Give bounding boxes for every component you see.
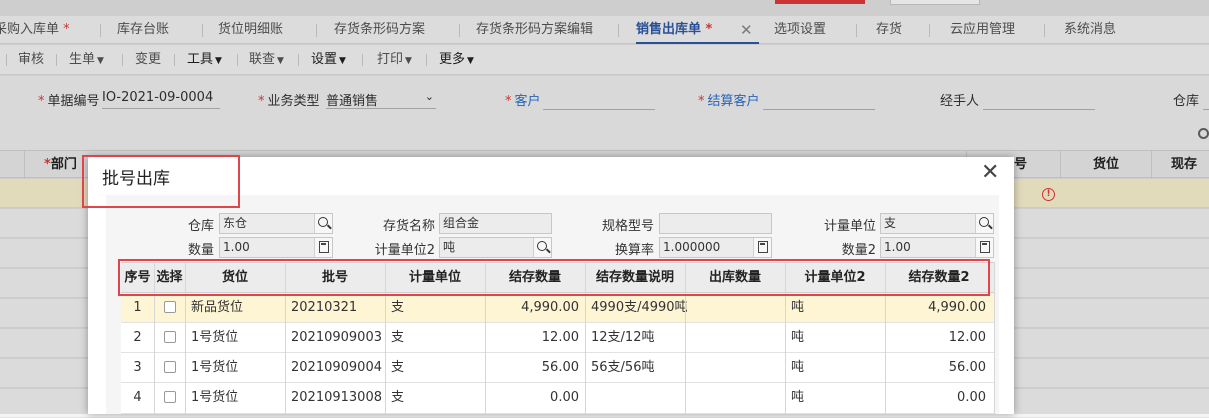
cell-unit: 支 <box>391 300 405 315</box>
cell-balance2: 0.00 <box>957 390 986 405</box>
cell-no: 3 <box>133 360 142 375</box>
calculator-icon <box>980 241 990 253</box>
item-name-input[interactable]: 组合金 <box>439 213 552 234</box>
cell-balance: 0.00 <box>550 390 579 405</box>
cell-no: 4 <box>133 390 142 405</box>
row-checkbox[interactable] <box>164 331 176 343</box>
row-checkbox[interactable] <box>164 361 176 373</box>
calculator-button[interactable] <box>975 238 993 257</box>
cell-balance2: 12.00 <box>948 330 986 345</box>
table-row[interactable]: 4 1号货位 20210913008 支 0.00 吨 0.00 <box>121 383 994 414</box>
cell-location: 1号货位 <box>191 390 239 405</box>
row-checkbox[interactable] <box>164 301 176 313</box>
header-highlight-box <box>118 259 990 296</box>
rate-label: 换算率 <box>614 243 654 258</box>
cell-location: 1号货位 <box>191 330 239 345</box>
spec-input[interactable] <box>659 213 772 234</box>
warehouse-input[interactable]: 东仓 <box>219 213 333 234</box>
calculator-icon <box>758 241 768 253</box>
search-icon <box>979 217 989 227</box>
cell-unit: 支 <box>391 330 405 345</box>
cell-location: 新品货位 <box>191 300 244 315</box>
qty2-label: 数量2 <box>841 243 876 258</box>
qty-label: 数量 <box>187 243 214 258</box>
unit2-input[interactable]: 吨 <box>439 237 552 258</box>
cell-unit2: 吨 <box>791 390 805 405</box>
search-button[interactable] <box>314 214 332 233</box>
qty2-input[interactable]: 1.00 <box>880 237 994 258</box>
unit2-label: 计量单位2 <box>374 243 435 258</box>
calculator-button[interactable] <box>314 238 332 257</box>
cell-location: 1号货位 <box>191 360 239 375</box>
calculator-button[interactable] <box>753 238 771 257</box>
cell-batch: 20210909004 <box>291 360 382 375</box>
qty-input[interactable]: 1.00 <box>219 237 333 258</box>
rate-input[interactable]: 1.000000 <box>659 237 772 258</box>
cell-batch: 20210321 <box>291 300 358 315</box>
cell-batch: 20210913008 <box>291 390 382 405</box>
table-row[interactable]: 2 1号货位 20210909003 支 12.00 12支/12吨 吨 12.… <box>121 323 994 353</box>
cell-balance: 4,990.00 <box>521 300 579 315</box>
cell-balance-desc: 56支/56吨 <box>591 360 655 375</box>
search-icon <box>537 241 547 251</box>
item-name-label: 存货名称 <box>382 219 435 234</box>
unit-input[interactable]: 支 <box>880 213 994 234</box>
cell-no: 1 <box>133 300 142 315</box>
search-icon <box>318 217 328 227</box>
calculator-icon <box>319 241 329 253</box>
unit-label: 计量单位 <box>823 219 876 234</box>
table-col-divider <box>994 262 995 414</box>
table-row[interactable]: 3 1号货位 20210909004 支 56.00 56支/56吨 吨 56.… <box>121 353 994 383</box>
cell-balance: 12.00 <box>541 330 579 345</box>
search-button[interactable] <box>975 214 993 233</box>
cell-unit: 支 <box>391 360 405 375</box>
cell-unit2: 吨 <box>791 300 805 315</box>
cell-unit2: 吨 <box>791 330 805 345</box>
cell-unit: 支 <box>391 390 405 405</box>
cell-balance: 56.00 <box>541 360 579 375</box>
cell-balance-desc: 12支/12吨 <box>591 330 655 345</box>
table-row[interactable]: 1 新品货位 20210321 支 4,990.00 4990支/4990吨 吨… <box>121 293 994 323</box>
cell-unit2: 吨 <box>791 360 805 375</box>
warehouse-label: 仓库 <box>187 219 214 234</box>
cell-no: 2 <box>133 330 142 345</box>
cell-batch: 20210909003 <box>291 330 382 345</box>
cell-balance2: 56.00 <box>948 360 986 375</box>
close-icon[interactable]: ✕ <box>981 162 999 184</box>
row-checkbox[interactable] <box>164 391 176 403</box>
search-button[interactable] <box>533 238 551 257</box>
spec-label: 规格型号 <box>601 219 654 234</box>
title-highlight-box <box>82 155 240 208</box>
cell-balance2: 4,990.00 <box>928 300 986 315</box>
cell-balance-desc: 4990支/4990吨 <box>591 300 688 315</box>
